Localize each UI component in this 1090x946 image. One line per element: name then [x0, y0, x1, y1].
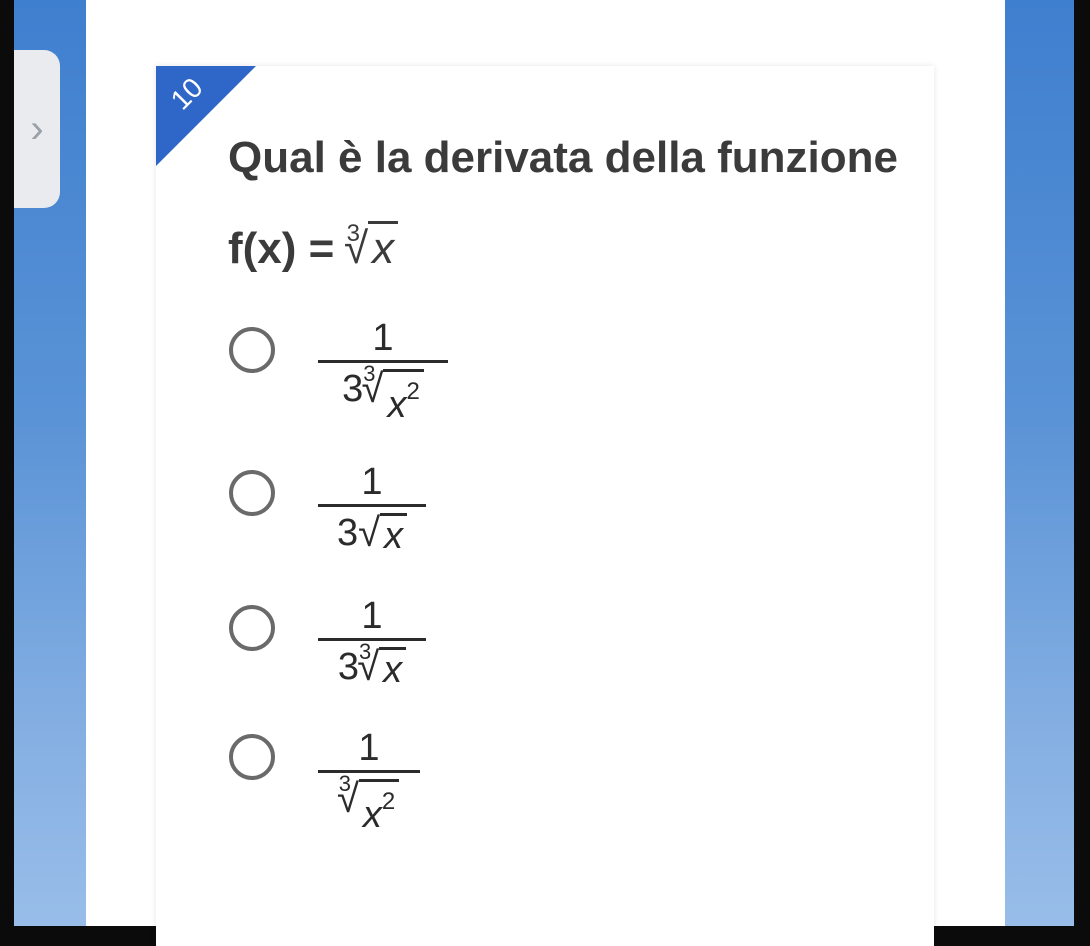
- root-sign-icon: √: [361, 367, 384, 411]
- option-2-denominator: 3 √ x: [336, 511, 408, 556]
- fraction-bar: [318, 770, 420, 773]
- option-3-numerator: 1: [361, 595, 383, 637]
- option-3-denominator: 3 3 √ x: [337, 641, 407, 690]
- root-sign-icon: √: [357, 645, 380, 689]
- question-text: Qual è la derivata della funzione f(x) =…: [228, 120, 908, 287]
- option-2-answer: 1 3 √ x: [318, 460, 426, 556]
- option-2-radicand: x: [380, 513, 408, 556]
- chevron-right-icon: ›: [30, 106, 44, 151]
- fraction-bar: [318, 638, 426, 641]
- fraction-bar: [318, 504, 426, 507]
- question-prompt: Qual è la derivata della funzione f(x) =: [228, 133, 898, 273]
- option-3-radicand: x: [379, 647, 407, 690]
- side-tab-toggle[interactable]: ›: [14, 50, 60, 208]
- option-1-denominator: 3 3 √ x2: [342, 363, 424, 425]
- option-1-numerator: 1: [372, 317, 394, 359]
- option-2-numerator: 1: [361, 461, 383, 503]
- option-4-numerator: 1: [358, 727, 380, 769]
- option-4-radio[interactable]: [229, 734, 275, 780]
- option-3-answer: 1 3 3 √ x: [318, 594, 426, 690]
- root-sign-icon: √: [336, 777, 359, 821]
- root-sign-icon: √: [358, 511, 381, 555]
- option-4-answer: 1 3 √ x2: [318, 726, 420, 835]
- option-2-coefficient: 3: [336, 512, 359, 554]
- option-2-radio[interactable]: [229, 470, 275, 516]
- option-1-exponent: 2: [406, 378, 420, 405]
- option-1-radio[interactable]: [229, 327, 275, 373]
- option-1-coefficient: 3: [342, 368, 364, 410]
- option-4-exponent: 2: [381, 788, 396, 815]
- root-sign-icon: √: [343, 224, 369, 273]
- option-3-coefficient: 3: [337, 646, 359, 688]
- option-4-denominator: 3 √ x2: [336, 773, 400, 835]
- option-1-answer: 1 3 3 √ x2: [318, 316, 448, 425]
- formula-radicand: x: [368, 221, 399, 273]
- option-3-radio[interactable]: [229, 605, 275, 651]
- option-4-radicand: x2: [358, 779, 400, 835]
- fraction-bar: [318, 360, 448, 363]
- option-1-radicand: x2: [383, 369, 424, 425]
